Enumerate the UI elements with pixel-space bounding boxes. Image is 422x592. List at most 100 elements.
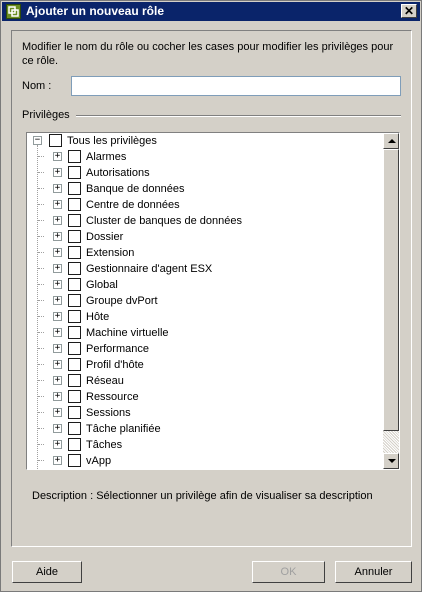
privilege-label: Sessions: [86, 407, 131, 419]
expand-icon[interactable]: +: [53, 184, 62, 193]
privilege-checkbox[interactable]: [68, 454, 81, 467]
tree-node[interactable]: + Profil d'hôte: [27, 357, 377, 373]
expand-icon[interactable]: +: [53, 392, 62, 401]
expand-icon[interactable]: +: [53, 344, 62, 353]
tree-connector: [38, 348, 44, 349]
tree-node[interactable]: + Alarmes: [27, 149, 377, 165]
privilege-label: Alarmes: [86, 151, 127, 163]
tree-node[interactable]: + Sessions: [27, 405, 377, 421]
privilege-checkbox[interactable]: [68, 422, 81, 435]
expand-icon[interactable]: +: [53, 200, 62, 209]
scroll-down-button[interactable]: [383, 453, 399, 469]
privilege-checkbox[interactable]: [68, 246, 81, 259]
close-icon: ✕: [403, 4, 415, 18]
privilege-checkbox[interactable]: [68, 150, 81, 163]
expand-icon[interactable]: +: [53, 360, 62, 369]
privilege-checkbox[interactable]: [68, 214, 81, 227]
privilege-checkbox[interactable]: [68, 358, 81, 371]
tree-connector: [38, 364, 44, 365]
tree-node[interactable]: + Groupe dvPort: [27, 293, 377, 309]
tree-node[interactable]: + Global: [27, 277, 377, 293]
tree-node[interactable]: + Extension: [27, 245, 377, 261]
arrow-up-icon: [388, 139, 396, 143]
privileges-tree-content: − Tous les privilèges + Alarmes + Autorisat…: [27, 133, 383, 469]
tree-node[interactable]: + Tâches: [27, 437, 377, 453]
tree-connector: [38, 396, 44, 397]
expand-icon[interactable]: +: [53, 328, 62, 337]
tree-connector: [38, 412, 44, 413]
expand-icon[interactable]: +: [53, 376, 62, 385]
tree-connector: [38, 220, 44, 221]
expand-icon[interactable]: +: [53, 264, 62, 273]
privilege-label: Dossier: [86, 231, 124, 243]
tree-vertical-scrollbar[interactable]: [383, 133, 399, 469]
tree-node[interactable]: + Ressource: [27, 389, 377, 405]
close-button[interactable]: ✕: [401, 4, 417, 18]
expand-icon[interactable]: +: [53, 440, 62, 449]
privilege-checkbox[interactable]: [68, 166, 81, 179]
expand-icon[interactable]: +: [53, 168, 62, 177]
privilege-checkbox[interactable]: [68, 310, 81, 323]
expand-icon[interactable]: +: [53, 456, 62, 465]
privilege-checkbox[interactable]: [68, 406, 81, 419]
tree-node[interactable]: + vApp: [27, 453, 377, 469]
privilege-checkbox[interactable]: [68, 182, 81, 195]
tree-connector: [38, 188, 44, 189]
privilege-checkbox[interactable]: [68, 342, 81, 355]
title-bar[interactable]: Ajouter un nouveau rôle ✕: [2, 2, 420, 21]
arrow-down-icon: [388, 459, 396, 463]
tree-node[interactable]: + Autorisations: [27, 165, 377, 181]
scroll-up-button[interactable]: [383, 133, 399, 149]
expand-icon[interactable]: +: [53, 408, 62, 417]
tree-node[interactable]: + Dossier: [27, 229, 377, 245]
privilege-label: Ressource: [86, 391, 139, 403]
tree-node[interactable]: + Cluster de banques de données: [27, 213, 377, 229]
expand-icon[interactable]: +: [53, 248, 62, 257]
scroll-thumb[interactable]: [383, 149, 399, 431]
tree-node[interactable]: + Réseau: [27, 373, 377, 389]
expand-icon[interactable]: +: [53, 280, 62, 289]
privileges-tree[interactable]: − Tous les privilèges + Alarmes + Autorisat…: [26, 132, 400, 470]
tree-node[interactable]: + Banque de données: [27, 181, 377, 197]
privilege-label: Machine virtuelle: [86, 327, 169, 339]
privilege-checkbox[interactable]: [68, 438, 81, 451]
privilege-checkbox[interactable]: [68, 278, 81, 291]
tree-connector: [38, 236, 44, 237]
tree-node[interactable]: + Machine virtuelle: [27, 325, 377, 341]
expand-icon[interactable]: +: [53, 216, 62, 225]
help-button[interactable]: Aide: [12, 561, 82, 583]
privilege-checkbox[interactable]: [68, 374, 81, 387]
privilege-label: Tâche planifiée: [86, 423, 161, 435]
tree-node[interactable]: + Hôte: [27, 309, 377, 325]
root-checkbox[interactable]: [49, 134, 62, 147]
tree-node[interactable]: + Tâche planifiée: [27, 421, 377, 437]
tree-connector: [38, 204, 44, 205]
expand-icon[interactable]: +: [53, 312, 62, 321]
privilege-checkbox[interactable]: [68, 262, 81, 275]
tree-node[interactable]: + Performance: [27, 341, 377, 357]
scroll-track[interactable]: [383, 431, 399, 453]
privilege-checkbox[interactable]: [68, 294, 81, 307]
expand-icon[interactable]: +: [53, 296, 62, 305]
window-title: Ajouter un nouveau rôle: [26, 4, 165, 18]
privilege-label: Autorisations: [86, 167, 150, 179]
ok-button[interactable]: OK: [252, 561, 325, 583]
cancel-button[interactable]: Annuler: [335, 561, 412, 583]
tree-root-all-privileges[interactable]: − Tous les privilèges: [27, 133, 377, 149]
privilege-label: Tâches: [86, 439, 123, 451]
role-name-input[interactable]: [71, 76, 401, 96]
privilege-label: Réseau: [86, 375, 124, 387]
tree-node[interactable]: + Gestionnaire d'agent ESX: [27, 261, 377, 277]
privilege-checkbox[interactable]: [68, 230, 81, 243]
expand-icon[interactable]: +: [53, 232, 62, 241]
tree-connector: [38, 172, 44, 173]
expand-icon[interactable]: +: [53, 152, 62, 161]
expand-icon[interactable]: +: [53, 424, 62, 433]
privilege-checkbox[interactable]: [68, 198, 81, 211]
tree-node[interactable]: + Centre de données: [27, 197, 377, 213]
collapse-icon[interactable]: −: [33, 136, 42, 145]
privilege-checkbox[interactable]: [68, 326, 81, 339]
privilege-label: Hôte: [86, 311, 110, 323]
tree-connector: [38, 332, 44, 333]
privilege-checkbox[interactable]: [68, 390, 81, 403]
